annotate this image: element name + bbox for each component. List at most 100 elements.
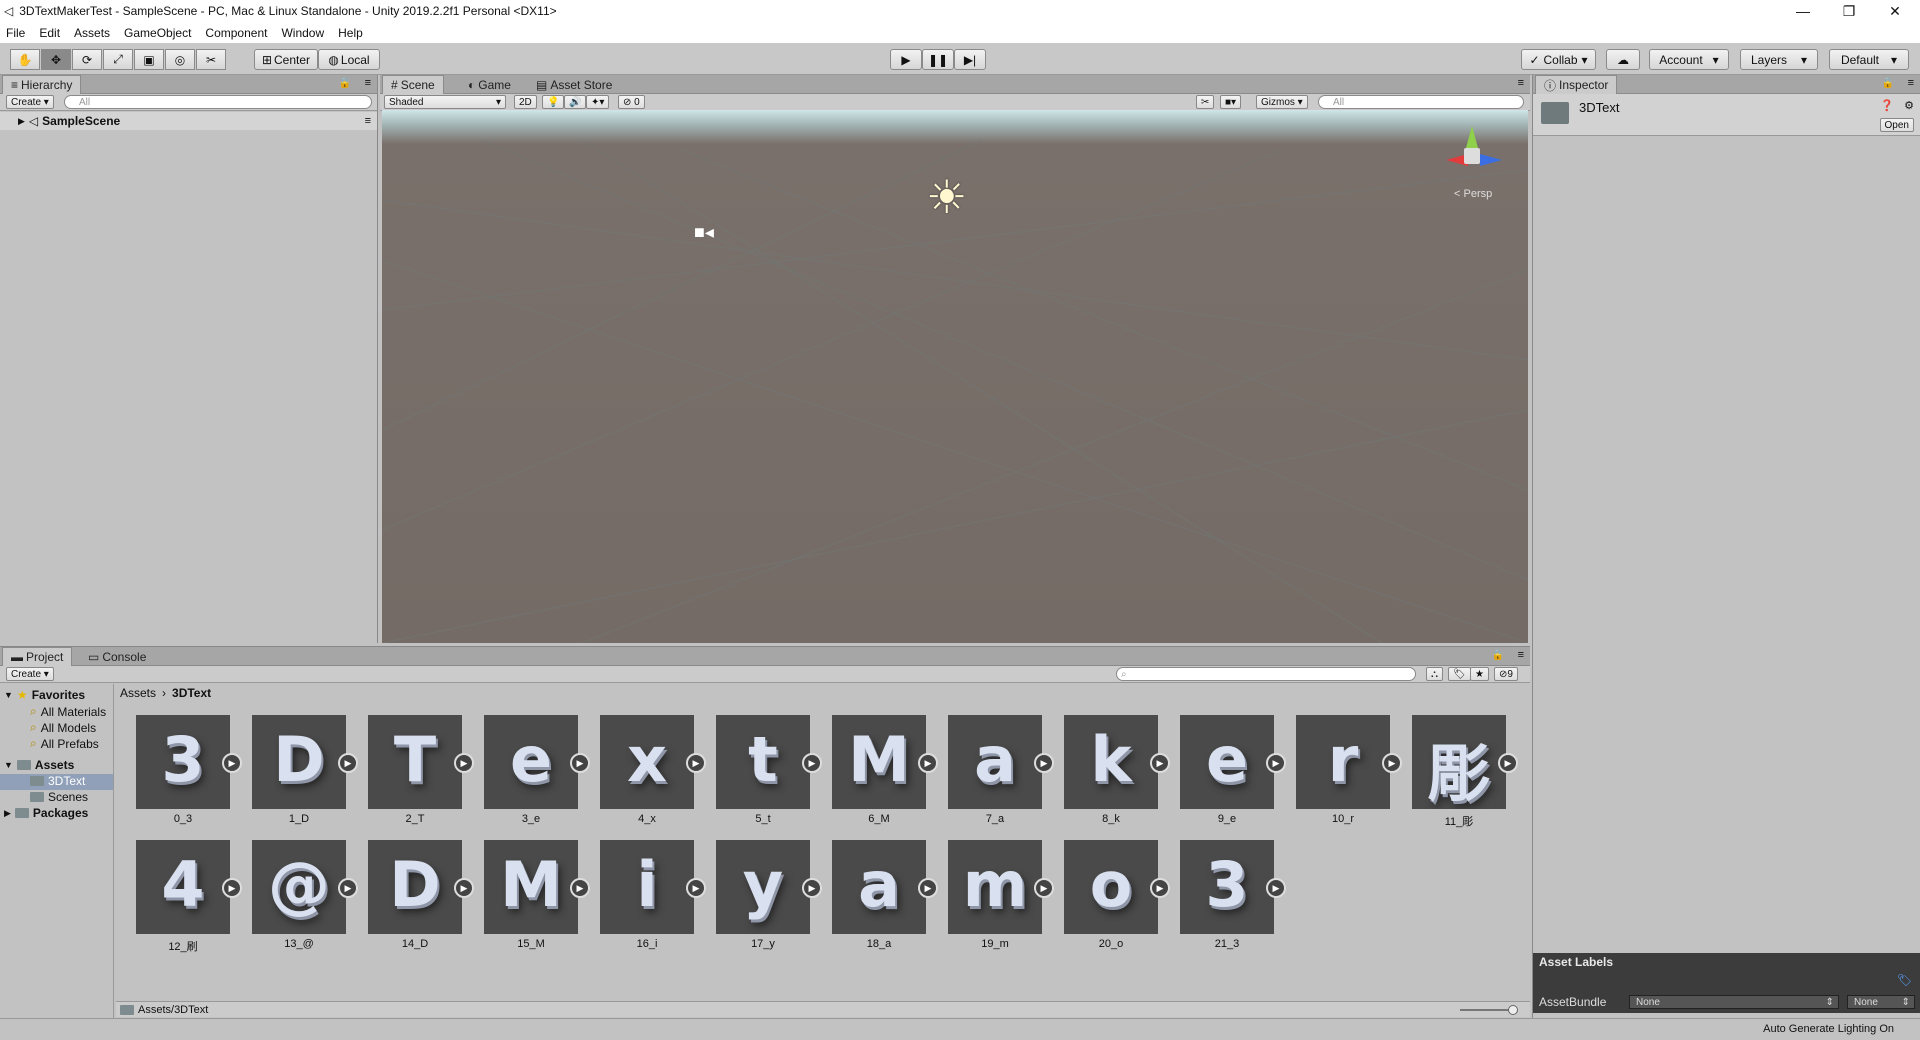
custom-tool-icon[interactable]: ✂	[196, 49, 226, 70]
menu-component[interactable]: Component	[205, 26, 267, 40]
favorites-node[interactable]: ▼ ★ Favorites	[4, 688, 85, 702]
filter-type-icon[interactable]: ⛬	[1426, 667, 1443, 681]
cloud-button[interactable]: ☁	[1606, 49, 1640, 70]
lighting-toggle-icon[interactable]: 💡	[542, 95, 565, 109]
play-preview-icon[interactable]: ▶	[1266, 753, 1286, 773]
effects-dropdown-icon[interactable]: ✦▾	[586, 95, 610, 109]
restore-button[interactable]: ❐	[1826, 0, 1872, 22]
menu-window[interactable]: Window	[281, 26, 324, 40]
close-button[interactable]: ✕	[1872, 0, 1918, 22]
fav-all-prefabs[interactable]: ⌕ All Prefabs	[30, 736, 99, 751]
asset-item[interactable]: k ▶ 8_k	[1064, 715, 1170, 827]
move-tool-icon[interactable]: ✥	[41, 49, 71, 70]
play-preview-icon[interactable]: ▶	[918, 878, 938, 898]
asset-item[interactable]: a ▶ 18_a	[832, 840, 938, 952]
tab-console[interactable]: ▭ Console	[80, 647, 154, 666]
breadcrumb-3dtext[interactable]: 3DText	[172, 686, 211, 700]
menu-help[interactable]: Help	[338, 26, 363, 40]
folder-3dtext[interactable]: 3DText	[30, 774, 85, 788]
account-dropdown[interactable]: Account ▾	[1649, 49, 1729, 70]
tab-scene[interactable]: # Scene	[382, 75, 444, 94]
hierarchy-create-dropdown[interactable]: Create ▾	[6, 95, 54, 109]
asset-thumbnail[interactable]: D	[368, 840, 462, 934]
lock-icon[interactable]: 🔒	[339, 78, 351, 89]
play-preview-icon[interactable]: ▶	[1266, 878, 1286, 898]
help-icon[interactable]: ❓	[1880, 99, 1894, 112]
pivot-center-button[interactable]: ⊞ Center	[254, 49, 318, 70]
asset-item[interactable]: r ▶ 10_r	[1296, 715, 1402, 827]
asset-thumbnail[interactable]: a	[832, 840, 926, 934]
asset-item[interactable]: e ▶ 9_e	[1180, 715, 1286, 827]
play-preview-icon[interactable]: ▶	[1382, 753, 1402, 773]
directional-light-icon[interactable]: ☀	[926, 170, 967, 224]
gizmos-dropdown[interactable]: Gizmos ▾	[1256, 95, 1308, 109]
persp-label[interactable]: < Persp	[1454, 188, 1492, 200]
menu-gameobject[interactable]: GameObject	[124, 26, 191, 40]
menu-edit[interactable]: Edit	[39, 26, 60, 40]
play-preview-icon[interactable]: ▶	[338, 878, 358, 898]
play-preview-icon[interactable]: ▶	[222, 753, 242, 773]
transform-tool-icon[interactable]: ◎	[165, 49, 195, 70]
asset-item[interactable]: @ ▶ 13_@	[252, 840, 358, 952]
breadcrumb-assets[interactable]: Assets	[120, 686, 156, 700]
panel-menu-icon[interactable]: ≡	[1518, 77, 1524, 89]
menu-assets[interactable]: Assets	[74, 26, 110, 40]
asset-item[interactable]: D ▶ 1_D	[252, 715, 358, 827]
asset-item[interactable]: e ▶ 3_e	[484, 715, 590, 827]
play-preview-icon[interactable]: ▶	[1034, 753, 1054, 773]
open-button[interactable]: Open	[1879, 118, 1914, 132]
scene-row[interactable]: ▶ ◁ SampleScene ≡	[0, 112, 377, 130]
asset-thumbnail[interactable]: D	[252, 715, 346, 809]
asset-thumbnail[interactable]: 彫	[1412, 715, 1506, 809]
panel-menu-icon[interactable]: ≡	[1908, 77, 1914, 89]
asset-thumbnail[interactable]: k	[1064, 715, 1158, 809]
orientation-gizmo[interactable]	[1444, 126, 1504, 186]
play-preview-icon[interactable]: ▶	[454, 878, 474, 898]
asset-item[interactable]: m ▶ 19_m	[948, 840, 1054, 952]
menu-file[interactable]: File	[6, 26, 25, 40]
hand-tool-icon[interactable]: ✋	[10, 49, 40, 70]
asset-item[interactable]: t ▶ 5_t	[716, 715, 822, 827]
asset-thumbnail[interactable]: t	[716, 715, 810, 809]
play-preview-icon[interactable]: ▶	[338, 753, 358, 773]
zoom-slider-handle[interactable]	[1508, 1005, 1518, 1015]
play-preview-icon[interactable]: ▶	[1498, 753, 1518, 773]
camera-dropdown-icon[interactable]: ■▾	[1220, 95, 1242, 109]
pivot-local-button[interactable]: ◍ Local	[318, 49, 380, 70]
layers-dropdown[interactable]: Layers ▾	[1740, 49, 1818, 70]
asset-thumbnail[interactable]: M	[832, 715, 926, 809]
scale-tool-icon[interactable]: ⤢	[103, 49, 133, 70]
play-preview-icon[interactable]: ▶	[570, 753, 590, 773]
scene-search-input[interactable]: All	[1318, 95, 1524, 109]
asset-thumbnail[interactable]: m	[948, 840, 1042, 934]
asset-thumbnail[interactable]: o	[1064, 840, 1158, 934]
asset-thumbnail[interactable]: a	[948, 715, 1042, 809]
asset-item[interactable]: i ▶ 16_i	[600, 840, 706, 952]
asset-thumbnail[interactable]: 4	[136, 840, 230, 934]
project-create-dropdown[interactable]: Create ▾	[6, 667, 54, 681]
asset-thumbnail[interactable]: 3	[136, 715, 230, 809]
asset-thumbnail[interactable]: e	[484, 715, 578, 809]
assetbundle-name-dropdown[interactable]: None ⇕	[1629, 995, 1839, 1009]
asset-thumbnail[interactable]: r	[1296, 715, 1390, 809]
panel-menu-icon[interactable]: ≡	[365, 77, 371, 89]
play-preview-icon[interactable]: ▶	[918, 753, 938, 773]
shading-dropdown[interactable]: Shaded ▾	[384, 95, 506, 109]
tab-game[interactable]: ◐ Game	[460, 75, 519, 94]
camera-gizmo-icon[interactable]: ■◂	[694, 222, 714, 243]
play-preview-icon[interactable]: ▶	[1034, 878, 1054, 898]
asset-item[interactable]: 彫 ▶ 11_彫	[1412, 715, 1518, 828]
lock-icon[interactable]: 🔒	[1492, 650, 1504, 661]
asset-item[interactable]: x ▶ 4_x	[600, 715, 706, 827]
audio-toggle-icon[interactable]: 🔊	[564, 95, 587, 109]
pause-button[interactable]: ❚❚	[922, 49, 954, 70]
rotate-tool-icon[interactable]: ⟳	[72, 49, 102, 70]
step-button[interactable]: ▶|	[954, 49, 986, 70]
play-preview-icon[interactable]: ▶	[686, 878, 706, 898]
asset-thumbnail[interactable]: i	[600, 840, 694, 934]
scene-viewport[interactable]: ☀ ■◂ < Persp	[382, 110, 1528, 643]
asset-thumbnail[interactable]: M	[484, 840, 578, 934]
play-preview-icon[interactable]: ▶	[454, 753, 474, 773]
asset-item[interactable]: M ▶ 15_M	[484, 840, 590, 952]
rect-tool-icon[interactable]: ▣	[134, 49, 164, 70]
